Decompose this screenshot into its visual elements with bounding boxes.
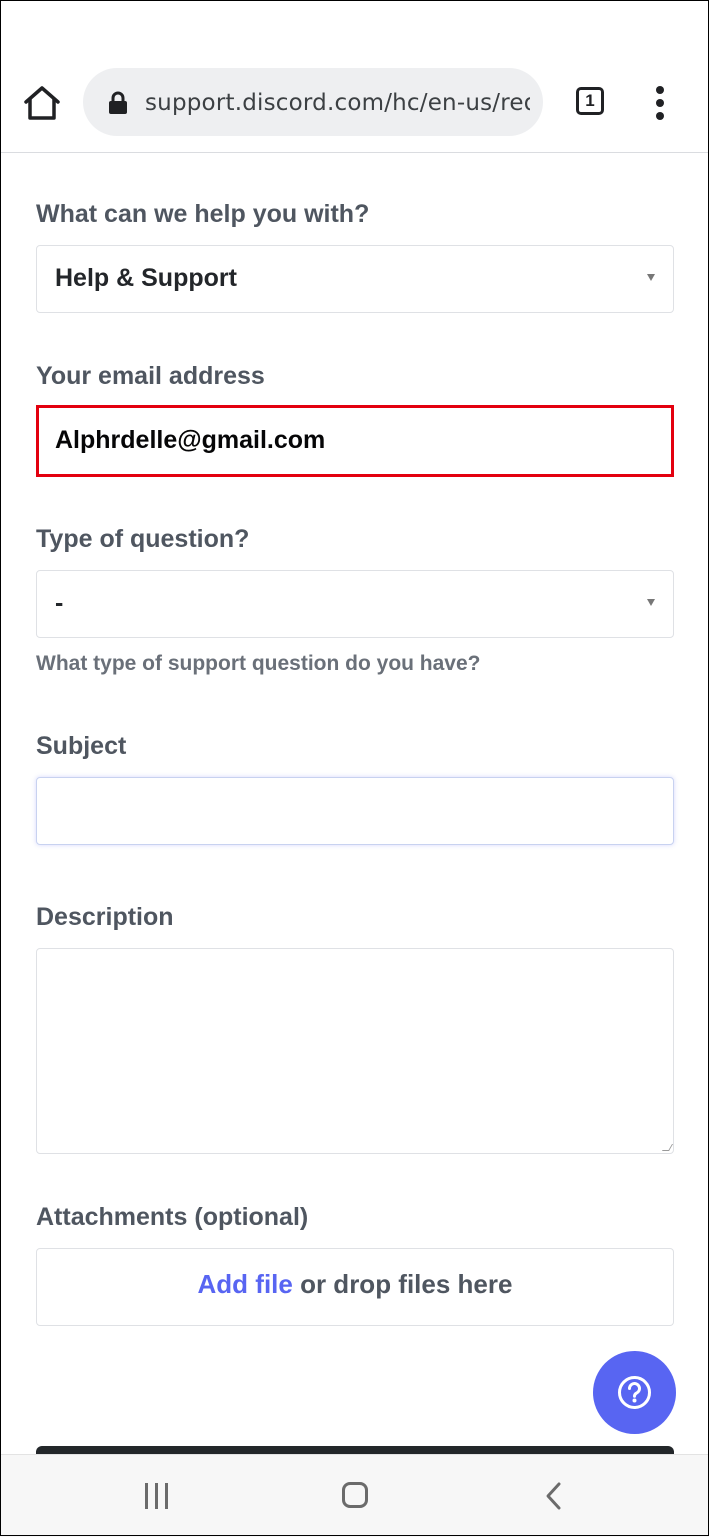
subject-label: Subject bbox=[36, 732, 127, 760]
help-topic-label: What can we help you with? bbox=[36, 200, 370, 228]
email-label: Your email address bbox=[36, 362, 265, 390]
question-type-label: Type of question? bbox=[36, 525, 250, 553]
address-bar[interactable]: support.discord.com/hc/en-us/reques bbox=[83, 68, 543, 136]
home-icon[interactable] bbox=[22, 84, 62, 122]
description-label: Description bbox=[36, 903, 174, 931]
system-navigation-bar bbox=[0, 1454, 709, 1537]
help-topic-select[interactable]: Help & Support bbox=[36, 245, 674, 313]
chevron-down-icon bbox=[647, 274, 655, 281]
lock-icon bbox=[108, 91, 128, 115]
tabs-icon[interactable]: 1 bbox=[576, 87, 604, 115]
browser-toolbar: support.discord.com/hc/en-us/reques 1 bbox=[0, 0, 709, 153]
attachments-dropzone[interactable]: Add file or drop files here bbox=[36, 1248, 674, 1326]
question-type-hint: What type of support question do you hav… bbox=[36, 652, 481, 675]
recents-icon[interactable] bbox=[143, 1483, 171, 1509]
subject-input[interactable] bbox=[36, 777, 674, 845]
email-value: Alphrdelle@gmail.com bbox=[55, 426, 326, 454]
drop-files-text: or drop files here bbox=[292, 1269, 513, 1299]
more-vert-icon[interactable] bbox=[652, 86, 668, 120]
url-text: support.discord.com/hc/en-us/reques bbox=[145, 90, 530, 116]
description-textarea[interactable] bbox=[36, 948, 674, 1154]
email-field[interactable]: Alphrdelle@gmail.com bbox=[36, 405, 674, 477]
question-type-value: - bbox=[55, 589, 64, 617]
attachments-label: Attachments (optional) bbox=[36, 1203, 308, 1232]
help-icon bbox=[618, 1376, 651, 1409]
question-type-select[interactable]: - bbox=[36, 570, 674, 638]
add-file-link[interactable]: Add file bbox=[198, 1269, 293, 1299]
attachments-optional: (optional) bbox=[194, 1203, 309, 1231]
attachments-label-text: Attachments bbox=[36, 1203, 188, 1231]
resize-grip-icon[interactable] bbox=[661, 1144, 674, 1151]
help-button[interactable] bbox=[593, 1351, 676, 1434]
dropzone-text: Add file or drop files here bbox=[37, 1269, 673, 1300]
chevron-down-icon bbox=[647, 599, 655, 606]
back-icon[interactable] bbox=[544, 1481, 564, 1511]
nav-home-icon[interactable] bbox=[342, 1482, 368, 1508]
help-topic-value: Help & Support bbox=[55, 264, 237, 292]
